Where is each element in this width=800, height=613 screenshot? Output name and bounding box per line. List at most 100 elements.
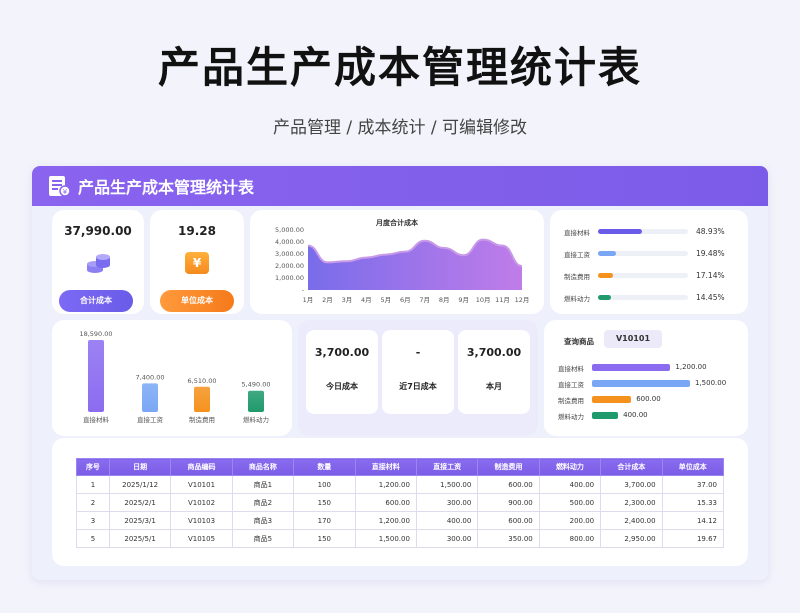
table-cell: 300.00 — [415, 493, 479, 512]
table-cell: 15.33 — [661, 493, 725, 512]
table-cell: 600.00 — [354, 493, 417, 512]
cost-bar — [248, 390, 264, 412]
share-label: 制造费用 — [564, 273, 590, 281]
month-cost-card: 3,700.00 本月 — [458, 330, 530, 414]
x-tick-label: 1月 — [303, 296, 314, 304]
today-cost-card: 3,700.00 今日成本 — [306, 330, 378, 414]
cost-category-chart-card: 18,590.00 直接材料 7,400.00 直接工资 6,510.00 制造费用 5,4… — [52, 320, 292, 436]
bar-value-label: 5,490.00 — [242, 381, 271, 389]
table-cell: 1,500.00 — [415, 475, 479, 494]
period-cost-card: 3,700.00 今日成本 - 近7日成本 3,700.00 本月 — [298, 320, 538, 436]
dashboard-panel: ¥ 产品生产成本管理统计表 37,990.00 合计成本 19.28 ¥ 单位成… — [32, 166, 768, 580]
query-row-value: 1,200.00 — [675, 363, 707, 371]
kpi-total-cost-value: 37,990.00 — [64, 224, 132, 238]
query-row-value: 400.00 — [623, 411, 648, 419]
page-subtitle: 产品管理 / 成本统计 / 可编辑修改 — [272, 118, 528, 138]
bar-category-label: 制造费用 — [189, 415, 215, 424]
table-cell: 1,500.00 — [354, 529, 417, 548]
table-row: 1 2025/1/12 V10101 商品1 100 1,200.00 1,500.00 60… — [76, 475, 725, 494]
x-tick-label: 8月 — [439, 296, 450, 304]
table-cell: 3,700.00 — [600, 475, 663, 494]
y-tick-label: - — [302, 286, 305, 294]
table-cell: 2025/1/12 — [108, 475, 172, 494]
x-tick-label: 11月 — [495, 296, 510, 304]
table-cell: V10103 — [170, 511, 233, 530]
query-row-value: 1,500.00 — [695, 379, 727, 387]
month-cost-value: 3,700.00 — [466, 346, 522, 359]
query-row: 直接材料 1,200.00 — [558, 362, 738, 374]
y-tick-label: 5,000.00 — [275, 226, 304, 234]
table-cell: 2,400.00 — [600, 511, 663, 530]
coins-icon — [87, 254, 110, 273]
table-row: 5 2025/5/1 V10105 商品5 150 1,500.00 300.00 350.0… — [76, 529, 725, 548]
table-cell: 2,950.00 — [600, 529, 663, 548]
query-row: 燃料动力 400.00 — [558, 410, 738, 422]
x-tick-label: 5月 — [380, 296, 391, 304]
table-header-row: 序号 日期 商品编码 商品名称 数量 直接材料 直接工资 制造费用 燃料动力 合计成本 单位成本 — [76, 458, 725, 476]
product-query-card: 查询商品 V10101 直接材料 1,200.00 直接工资 1,500.00 制造… — [544, 320, 748, 436]
query-row-bar — [592, 364, 671, 371]
kpi-total-cost-card: 37,990.00 合计成本 — [52, 210, 144, 314]
table-cell: 5 — [76, 529, 110, 548]
table-cell: 400.00 — [415, 511, 479, 530]
table-header-cell: 合计成本 — [600, 458, 663, 476]
table-cell: 150 — [293, 529, 356, 548]
table-header-cell: 商品编码 — [170, 458, 233, 476]
kpi-unit-cost-label: 单位成本 — [160, 290, 234, 312]
query-row-label: 直接材料 — [558, 365, 584, 373]
table-cell: 170 — [293, 511, 356, 530]
table-cell: 2025/3/1 — [108, 511, 172, 530]
table-cell: 14.12 — [661, 511, 725, 530]
table-cell: 2,300.00 — [600, 493, 663, 512]
cost-bar — [142, 383, 158, 412]
y-tick-label: 3,000.00 — [275, 250, 304, 258]
share-fill — [598, 295, 611, 300]
share-track — [598, 273, 688, 278]
x-tick-label: 2月 — [322, 296, 333, 304]
share-row: 燃料动力 14.45% — [564, 292, 744, 304]
table-cell: 300.00 — [415, 529, 479, 548]
bar-category-label: 直接材料 — [83, 415, 110, 424]
table-cell: 2 — [76, 493, 110, 512]
table-header-cell: 商品名称 — [231, 458, 295, 476]
query-row-label: 燃料动力 — [558, 413, 584, 421]
table-header-cell: 直接工资 — [415, 458, 479, 476]
query-row-value: 600.00 — [636, 395, 661, 403]
share-label: 燃料动力 — [564, 295, 590, 303]
query-row: 制造费用 600.00 — [558, 394, 738, 406]
x-tick-label: 4月 — [361, 296, 372, 304]
table-cell: 200.00 — [538, 511, 602, 530]
table-header-cell: 燃料动力 — [538, 458, 602, 476]
svg-text:¥: ¥ — [63, 188, 68, 196]
monthly-cost-chart-card: 月度合计成本 5,000.00 4,000.00 3,000.00 2,000.00 1… — [250, 210, 544, 314]
today-cost-value: 3,700.00 — [314, 346, 370, 359]
bar-value-label: 7,400.00 — [136, 373, 165, 381]
share-row: 制造费用 17.14% — [564, 270, 744, 282]
page-title: 产品生产成本管理统计表 — [157, 43, 642, 92]
table-header-cell: 序号 — [76, 458, 110, 476]
table-cell: 800.00 — [538, 529, 602, 548]
table-cell: 1 — [76, 475, 110, 494]
share-track — [598, 251, 688, 256]
share-row: 直接材料 48.93% — [564, 226, 744, 238]
table-cell: 3 — [76, 511, 110, 530]
table-cell: 1,200.00 — [354, 511, 417, 530]
table-cell: 2025/2/1 — [108, 493, 172, 512]
share-percent: 14.45% — [696, 293, 725, 302]
table-cell: 500.00 — [538, 493, 602, 512]
table-cell: 150 — [293, 493, 356, 512]
table-header-cell: 数量 — [293, 458, 356, 476]
share-label: 直接工资 — [564, 251, 590, 259]
share-fill — [598, 273, 614, 278]
share-percent: 19.48% — [696, 249, 725, 258]
query-product-select[interactable]: V10101 — [604, 330, 662, 348]
x-tick-label: 6月 — [400, 296, 411, 304]
week-cost-value: - — [415, 346, 421, 359]
table-cell: 商品3 — [231, 511, 295, 530]
table-header-cell: 直接材料 — [354, 458, 417, 476]
table-cell: 商品5 — [231, 529, 295, 548]
table-cell: 600.00 — [477, 511, 540, 530]
yen-icon: ¥ — [185, 252, 209, 274]
table-cell: 19.67 — [661, 529, 725, 548]
query-row-label: 制造费用 — [558, 397, 584, 405]
